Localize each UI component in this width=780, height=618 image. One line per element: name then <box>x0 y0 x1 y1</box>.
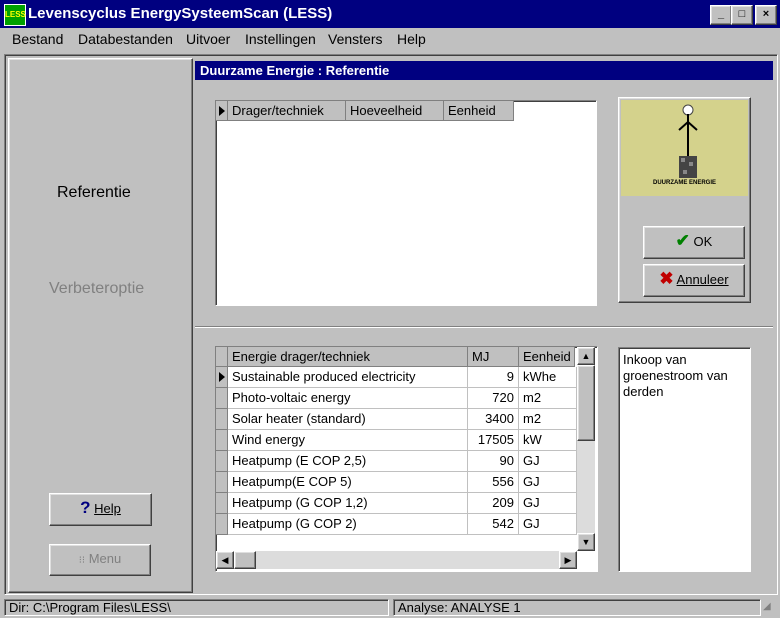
cell-mj[interactable]: 542 <box>468 514 519 535</box>
resize-grip-icon[interactable]: ◢ <box>763 601 777 615</box>
status-dir: Dir: C:\Program Files\LESS\ <box>4 599 389 616</box>
close-button[interactable]: × <box>755 5 777 25</box>
cell-technique[interactable]: Heatpump (G COP 2) <box>228 514 468 535</box>
verbeteroptie-label: Verbeteroptie <box>49 280 145 297</box>
row-indicator[interactable] <box>216 409 228 430</box>
cell-technique[interactable]: Heatpump (E COP 2,5) <box>228 451 468 472</box>
cell-mj[interactable]: 90 <box>468 451 519 472</box>
table-row[interactable]: Photo-voltaic energy 720 m2 <box>216 388 577 409</box>
cell-unit[interactable]: GJ <box>519 451 577 472</box>
menu-icon: ⁝⁝ <box>78 555 86 566</box>
table-row[interactable]: Wind energy 17505 kW <box>216 430 577 451</box>
row-indicator[interactable] <box>216 451 228 472</box>
scroll-left-icon[interactable]: ◀ <box>216 551 234 569</box>
menu-button-label: Menu <box>88 551 122 566</box>
window-title: Levenscyclus EnergySysteemScan (LESS) <box>28 5 333 22</box>
header-indicator <box>216 347 228 367</box>
row-indicator[interactable] <box>216 367 228 388</box>
status-bar: Dir: C:\Program Files\LESS\ Analyse: ANA… <box>0 597 780 618</box>
dialog-top-section: Drager/techniek Hoeveelheid Eenheid DUUR… <box>195 80 773 328</box>
menu-instellingen[interactable]: Instellingen <box>245 31 316 47</box>
cell-mj[interactable]: 9 <box>468 367 519 388</box>
energy-techniques-grid[interactable]: Energie drager/techniek MJ Eenheid Susta… <box>215 346 598 572</box>
cell-mj[interactable]: 209 <box>468 493 519 514</box>
status-analyse: Analyse: ANALYSE 1 <box>393 599 761 616</box>
menu-databestanden[interactable]: Databestanden <box>78 31 173 47</box>
ok-button-label: OK <box>693 234 713 249</box>
cell-unit[interactable]: m2 <box>519 409 577 430</box>
menu-uitvoer[interactable]: Uitvoer <box>186 31 230 47</box>
row-indicator[interactable] <box>216 430 228 451</box>
duurzame-energie-logo: DUURZAME ENERGIE <box>621 100 748 196</box>
menu-button: ⁝⁝ Menu <box>49 544 151 576</box>
cell-unit[interactable]: GJ <box>519 472 577 493</box>
description-box[interactable]: Inkoop van groenestroom van derden <box>618 347 751 572</box>
row-indicator[interactable] <box>216 514 228 535</box>
cell-technique[interactable]: Wind energy <box>228 430 468 451</box>
logo-panel: DUURZAME ENERGIE ✔ OK ✖ Annuleer <box>618 97 751 303</box>
cell-technique[interactable]: Solar heater (standard) <box>228 409 468 430</box>
cell-technique[interactable]: Photo-voltaic energy <box>228 388 468 409</box>
help-button[interactable]: ? Help <box>49 493 152 526</box>
cell-mj[interactable]: 720 <box>468 388 519 409</box>
app-icon[interactable]: LESS <box>4 4 26 26</box>
menu-bestand[interactable]: Bestand <box>12 31 63 47</box>
section-divider <box>195 326 773 328</box>
table-row[interactable]: Heatpump (E COP 2,5) 90 GJ <box>216 451 577 472</box>
vertical-scrollbar[interactable]: ▲ ▼ <box>577 347 595 551</box>
cell-unit[interactable]: kW <box>519 430 577 451</box>
dialog-duurzame-energie: Duurzame Energie : Referentie Drager/tec… <box>195 61 773 593</box>
cell-mj[interactable]: 556 <box>468 472 519 493</box>
row-pointer-icon <box>219 372 225 382</box>
dialog-title: Duurzame Energie : Referentie <box>195 61 773 80</box>
row-indicator[interactable] <box>216 472 228 493</box>
ok-button[interactable]: ✔ OK <box>643 226 745 259</box>
cell-unit[interactable]: m2 <box>519 388 577 409</box>
table-row[interactable]: Heatpump (G COP 1,2) 209 GJ <box>216 493 577 514</box>
hscroll-thumb[interactable] <box>234 551 256 569</box>
col-energie-drager[interactable]: Energie drager/techniek <box>228 347 468 367</box>
cell-technique[interactable]: Heatpump(E COP 5) <box>228 472 468 493</box>
question-icon: ? <box>80 498 91 517</box>
row-indicator[interactable] <box>216 493 228 514</box>
title-bar[interactable]: LESS Levenscyclus EnergySysteemScan (LES… <box>0 0 780 28</box>
help-button-label: Help <box>94 501 121 516</box>
table-row[interactable]: Heatpump (G COP 2) 542 GJ <box>216 514 577 535</box>
cell-unit[interactable]: GJ <box>519 514 577 535</box>
row-pointer-icon <box>219 106 225 116</box>
col-drager-techniek[interactable]: Drager/techniek <box>228 101 346 121</box>
table-row[interactable]: Sustainable produced electricity 9 kWhe <box>216 367 577 388</box>
col-eenheid-bottom[interactable]: Eenheid <box>519 347 575 367</box>
row-indicator[interactable] <box>216 388 228 409</box>
referentie-label[interactable]: Referentie <box>57 184 131 202</box>
scroll-up-icon[interactable]: ▲ <box>577 347 595 365</box>
scroll-down-icon[interactable]: ▼ <box>577 533 595 551</box>
scroll-thumb[interactable] <box>577 365 595 441</box>
checkmark-icon: ✔ <box>675 231 690 250</box>
menu-bar: Bestand Databestanden Uitvoer Instelling… <box>0 28 780 50</box>
cancel-button[interactable]: ✖ Annuleer <box>643 264 745 297</box>
row-indicator <box>216 101 228 121</box>
cell-mj[interactable]: 17505 <box>468 430 519 451</box>
cell-technique[interactable]: Sustainable produced electricity <box>228 367 468 388</box>
table-row[interactable]: Solar heater (standard) 3400 m2 <box>216 409 577 430</box>
menu-vensters[interactable]: Vensters <box>328 31 382 47</box>
selected-techniques-grid[interactable]: Drager/techniek Hoeveelheid Eenheid <box>215 100 597 306</box>
table-row[interactable]: Heatpump(E COP 5) 556 GJ <box>216 472 577 493</box>
maximize-button[interactable]: □ <box>731 5 753 25</box>
horizontal-scrollbar[interactable]: ◀ ▶ <box>216 551 577 569</box>
col-mj[interactable]: MJ <box>468 347 519 367</box>
scroll-right-icon[interactable]: ▶ <box>559 551 577 569</box>
col-hoeveelheid[interactable]: Hoeveelheid <box>346 101 444 121</box>
cell-unit[interactable]: GJ <box>519 493 577 514</box>
col-eenheid[interactable]: Eenheid <box>444 101 514 121</box>
cell-unit[interactable]: kWhe <box>519 367 577 388</box>
cell-mj[interactable]: 3400 <box>468 409 519 430</box>
cross-icon: ✖ <box>659 269 674 288</box>
logo-caption: DUURZAME ENERGIE <box>652 180 716 186</box>
cell-technique[interactable]: Heatpump (G COP 1,2) <box>228 493 468 514</box>
menu-help[interactable]: Help <box>397 31 426 47</box>
cancel-button-label: Annuleer <box>676 272 729 287</box>
minimize-button[interactable]: _ <box>710 5 732 25</box>
